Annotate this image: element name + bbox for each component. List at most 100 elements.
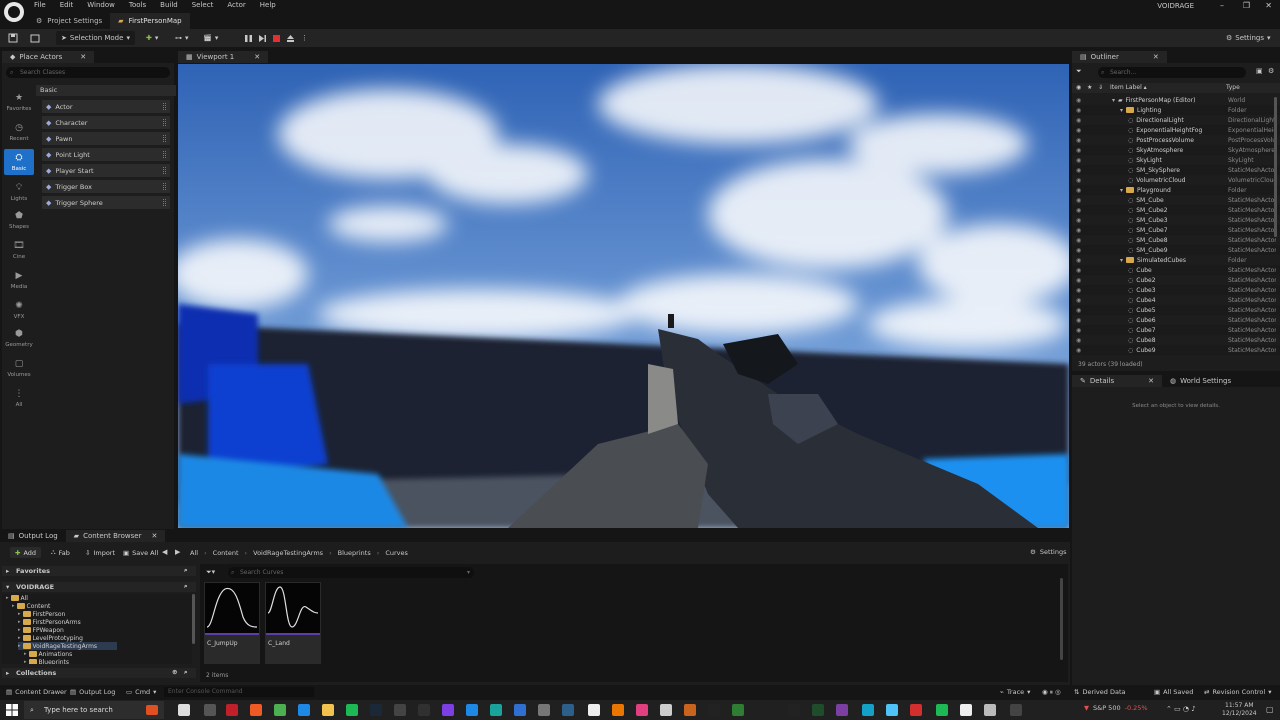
eject-icon[interactable] — [286, 31, 295, 45]
tab-output-log[interactable]: ▤ Output Log — [0, 530, 66, 542]
visibility-eye-icon[interactable]: ◉ — [1076, 107, 1081, 114]
actor-item-trigger-box[interactable]: ◆ Trigger Box — [42, 180, 170, 193]
folder-tree-item[interactable]: ▸ Animations — [24, 650, 72, 658]
drag-handle-icon[interactable] — [163, 199, 166, 206]
forward-icon[interactable]: ▶ — [175, 548, 180, 556]
add-actor-icon[interactable]: ✚ ▾ — [146, 31, 158, 45]
visibility-eye-icon[interactable]: ◉ — [1076, 147, 1081, 154]
outliner-row[interactable]: ◉ ◌ Cube6 StaticMeshActor — [1072, 315, 1280, 325]
folder-tree-item[interactable]: ▸ LevelPrototyping — [18, 634, 83, 642]
cmd-dropdown[interactable]: ▭ Cmd ▾ — [126, 688, 156, 696]
menu-tools[interactable]: Tools — [129, 1, 146, 9]
outliner-row[interactable]: ◉ ▾ Playground Folder — [1072, 185, 1280, 195]
content-settings-button[interactable]: ⚙ Settings — [1030, 548, 1067, 556]
stock-widget[interactable]: ▼ S&P 500 -0.25% — [1084, 704, 1148, 712]
outliner-row[interactable]: ◉ ◌ SM_Cube9 StaticMeshActor — [1072, 245, 1280, 255]
blender-icon[interactable] — [612, 704, 624, 716]
expand-arrow-icon[interactable]: ▾ — [1120, 107, 1123, 114]
drag-handle-icon[interactable] — [163, 151, 166, 158]
category-favorites[interactable]: ★ Favorites — [4, 89, 34, 115]
actor-item-trigger-sphere[interactable]: ◆ Trigger Sphere — [42, 196, 170, 209]
outliner-row[interactable]: ◉ ◌ Cube7 StaticMeshActor — [1072, 325, 1280, 335]
visibility-eye-icon[interactable]: ◉ — [1076, 127, 1081, 134]
blueprint-icon[interactable]: ⊶ ▾ — [175, 31, 189, 45]
folder-tree-item[interactable]: ▸ Content — [12, 602, 50, 610]
asset-tile[interactable]: C_Land — [265, 582, 321, 664]
category-shapes[interactable]: ⬟ Shapes — [4, 207, 34, 233]
outliner-row[interactable]: ◉ ◌ Cube8 StaticMeshActor — [1072, 335, 1280, 345]
expand-arrow-icon[interactable]: ▸ — [6, 595, 9, 601]
selection-mode-dropdown[interactable]: ➤ Selection Mode ▾ — [56, 31, 135, 45]
visibility-eye-icon[interactable]: ◉ — [1076, 327, 1081, 334]
outliner-row[interactable]: ◉ ◌ DirectionalLight DirectionalLight — [1072, 115, 1280, 125]
folder-tree-item[interactable]: ▸ FirstPerson — [18, 610, 65, 618]
menu-file[interactable]: File — [34, 1, 46, 9]
search-icon[interactable]: ⌕ — [184, 582, 188, 591]
obs-icon[interactable] — [418, 704, 430, 716]
actor-item-pawn[interactable]: ◆ Pawn — [42, 132, 170, 145]
close-icon[interactable]: ✕ — [254, 53, 260, 61]
visibility-eye-icon[interactable]: ◉ — [1076, 337, 1081, 344]
visibility-eye-icon[interactable]: ◉ — [1076, 297, 1081, 304]
outliner-row[interactable]: ◉ ◌ Cube4 StaticMeshActor — [1072, 295, 1280, 305]
terminal-icon[interactable] — [204, 704, 216, 716]
app-grey-icon[interactable] — [538, 704, 550, 716]
save-icon[interactable] — [8, 31, 18, 45]
visibility-eye-icon[interactable]: ◉ — [1076, 167, 1081, 174]
chrome-icon[interactable] — [274, 704, 286, 716]
drag-handle-icon[interactable] — [163, 167, 166, 174]
all-saved-button[interactable]: ▣ All Saved — [1154, 688, 1193, 696]
menu-edit[interactable]: Edit — [60, 1, 74, 9]
asset-scrollbar[interactable] — [1060, 578, 1063, 660]
visibility-eye-icon[interactable]: ◉ — [1076, 207, 1081, 214]
category-basic[interactable]: ⛭ Basic — [4, 149, 34, 175]
app-dark-icon[interactable] — [708, 704, 720, 716]
app-gray2-icon[interactable] — [1010, 704, 1022, 716]
perforce-icon[interactable] — [788, 704, 800, 716]
outliner-row[interactable]: ◉ ◌ SkyAtmosphere SkyAtmosphere — [1072, 145, 1280, 155]
close-icon[interactable]: ✕ — [1148, 377, 1154, 385]
brave-icon[interactable] — [250, 704, 262, 716]
visibility-eye-icon[interactable]: ◉ — [1076, 277, 1081, 284]
visibility-eye-icon[interactable]: ◉ — [1076, 267, 1081, 274]
category-geometry[interactable]: ⬢ Geometry — [4, 325, 34, 351]
expand-arrow-icon[interactable]: ▸ — [12, 603, 15, 609]
breadcrumb-item[interactable]: Blueprints — [338, 549, 371, 557]
actor-item-character[interactable]: ◆ Character — [42, 116, 170, 129]
unreal-logo-icon[interactable] — [4, 2, 24, 22]
category-all[interactable]: ⋮ All — [4, 385, 34, 411]
expand-arrow-icon[interactable]: ▾ — [1120, 257, 1123, 264]
fab-button[interactable]: ⛬ Fab — [46, 547, 75, 558]
category-cine[interactable]: 🎞︎ Cine — [4, 237, 34, 263]
outliner-row[interactable]: ◉ ◌ SM_Cube3 StaticMeshActor — [1072, 215, 1280, 225]
back-icon[interactable]: ◀ — [162, 548, 167, 556]
more-options-icon[interactable]: ⋮ — [301, 31, 308, 45]
derived-data-button[interactable]: ⇅ Derived Data — [1074, 688, 1126, 696]
outliner-row[interactable]: ◉ ◌ Cube9 StaticMeshActor — [1072, 345, 1280, 355]
clock[interactable]: 11:57 AM 12/12/2024 — [1222, 702, 1257, 718]
expand-arrow-icon[interactable]: ▸ — [18, 635, 21, 641]
add-collection-icon[interactable]: ⊕ — [172, 668, 177, 676]
category-recent[interactable]: ◷ Recent — [4, 119, 34, 145]
visibility-eye-icon[interactable]: ◉ — [1076, 347, 1081, 354]
outliner-row[interactable]: ◉ ◌ SkyLight SkyLight — [1072, 155, 1280, 165]
drag-handle-icon[interactable] — [163, 135, 166, 142]
spotify-icon[interactable] — [936, 704, 948, 716]
github-icon[interactable] — [660, 704, 672, 716]
outliner-row[interactable]: ◉ ◌ SM_Cube7 StaticMeshActor — [1072, 225, 1280, 235]
visibility-eye-icon[interactable]: ◉ — [1076, 237, 1081, 244]
taskbar-search-input[interactable]: ⌕ Type here to search — [24, 701, 164, 719]
outliner-row[interactable]: ◉ ▾ ▰ FirstPersonMap (Editor) World — [1072, 95, 1280, 105]
outliner-row[interactable]: ◉ ◌ Cube2 StaticMeshActor — [1072, 275, 1280, 285]
visibility-eye-icon[interactable]: ◉ — [1076, 187, 1081, 194]
app-icon[interactable] — [394, 704, 406, 716]
app-cyan-icon[interactable] — [862, 704, 874, 716]
visibility-eye-icon[interactable]: ◉ — [1076, 317, 1081, 324]
add-button[interactable]: ✚ Add — [10, 547, 42, 558]
visibility-eye-icon[interactable]: ◉ — [1076, 227, 1081, 234]
task-view-icon[interactable] — [178, 704, 190, 716]
settings-button[interactable]: ⚙ Settings ▾ — [1226, 31, 1271, 45]
visibility-eye-icon[interactable]: ◉ — [1076, 247, 1081, 254]
app-teal-icon[interactable] — [490, 704, 502, 716]
visibility-eye-icon[interactable]: ◉ — [1076, 307, 1081, 314]
